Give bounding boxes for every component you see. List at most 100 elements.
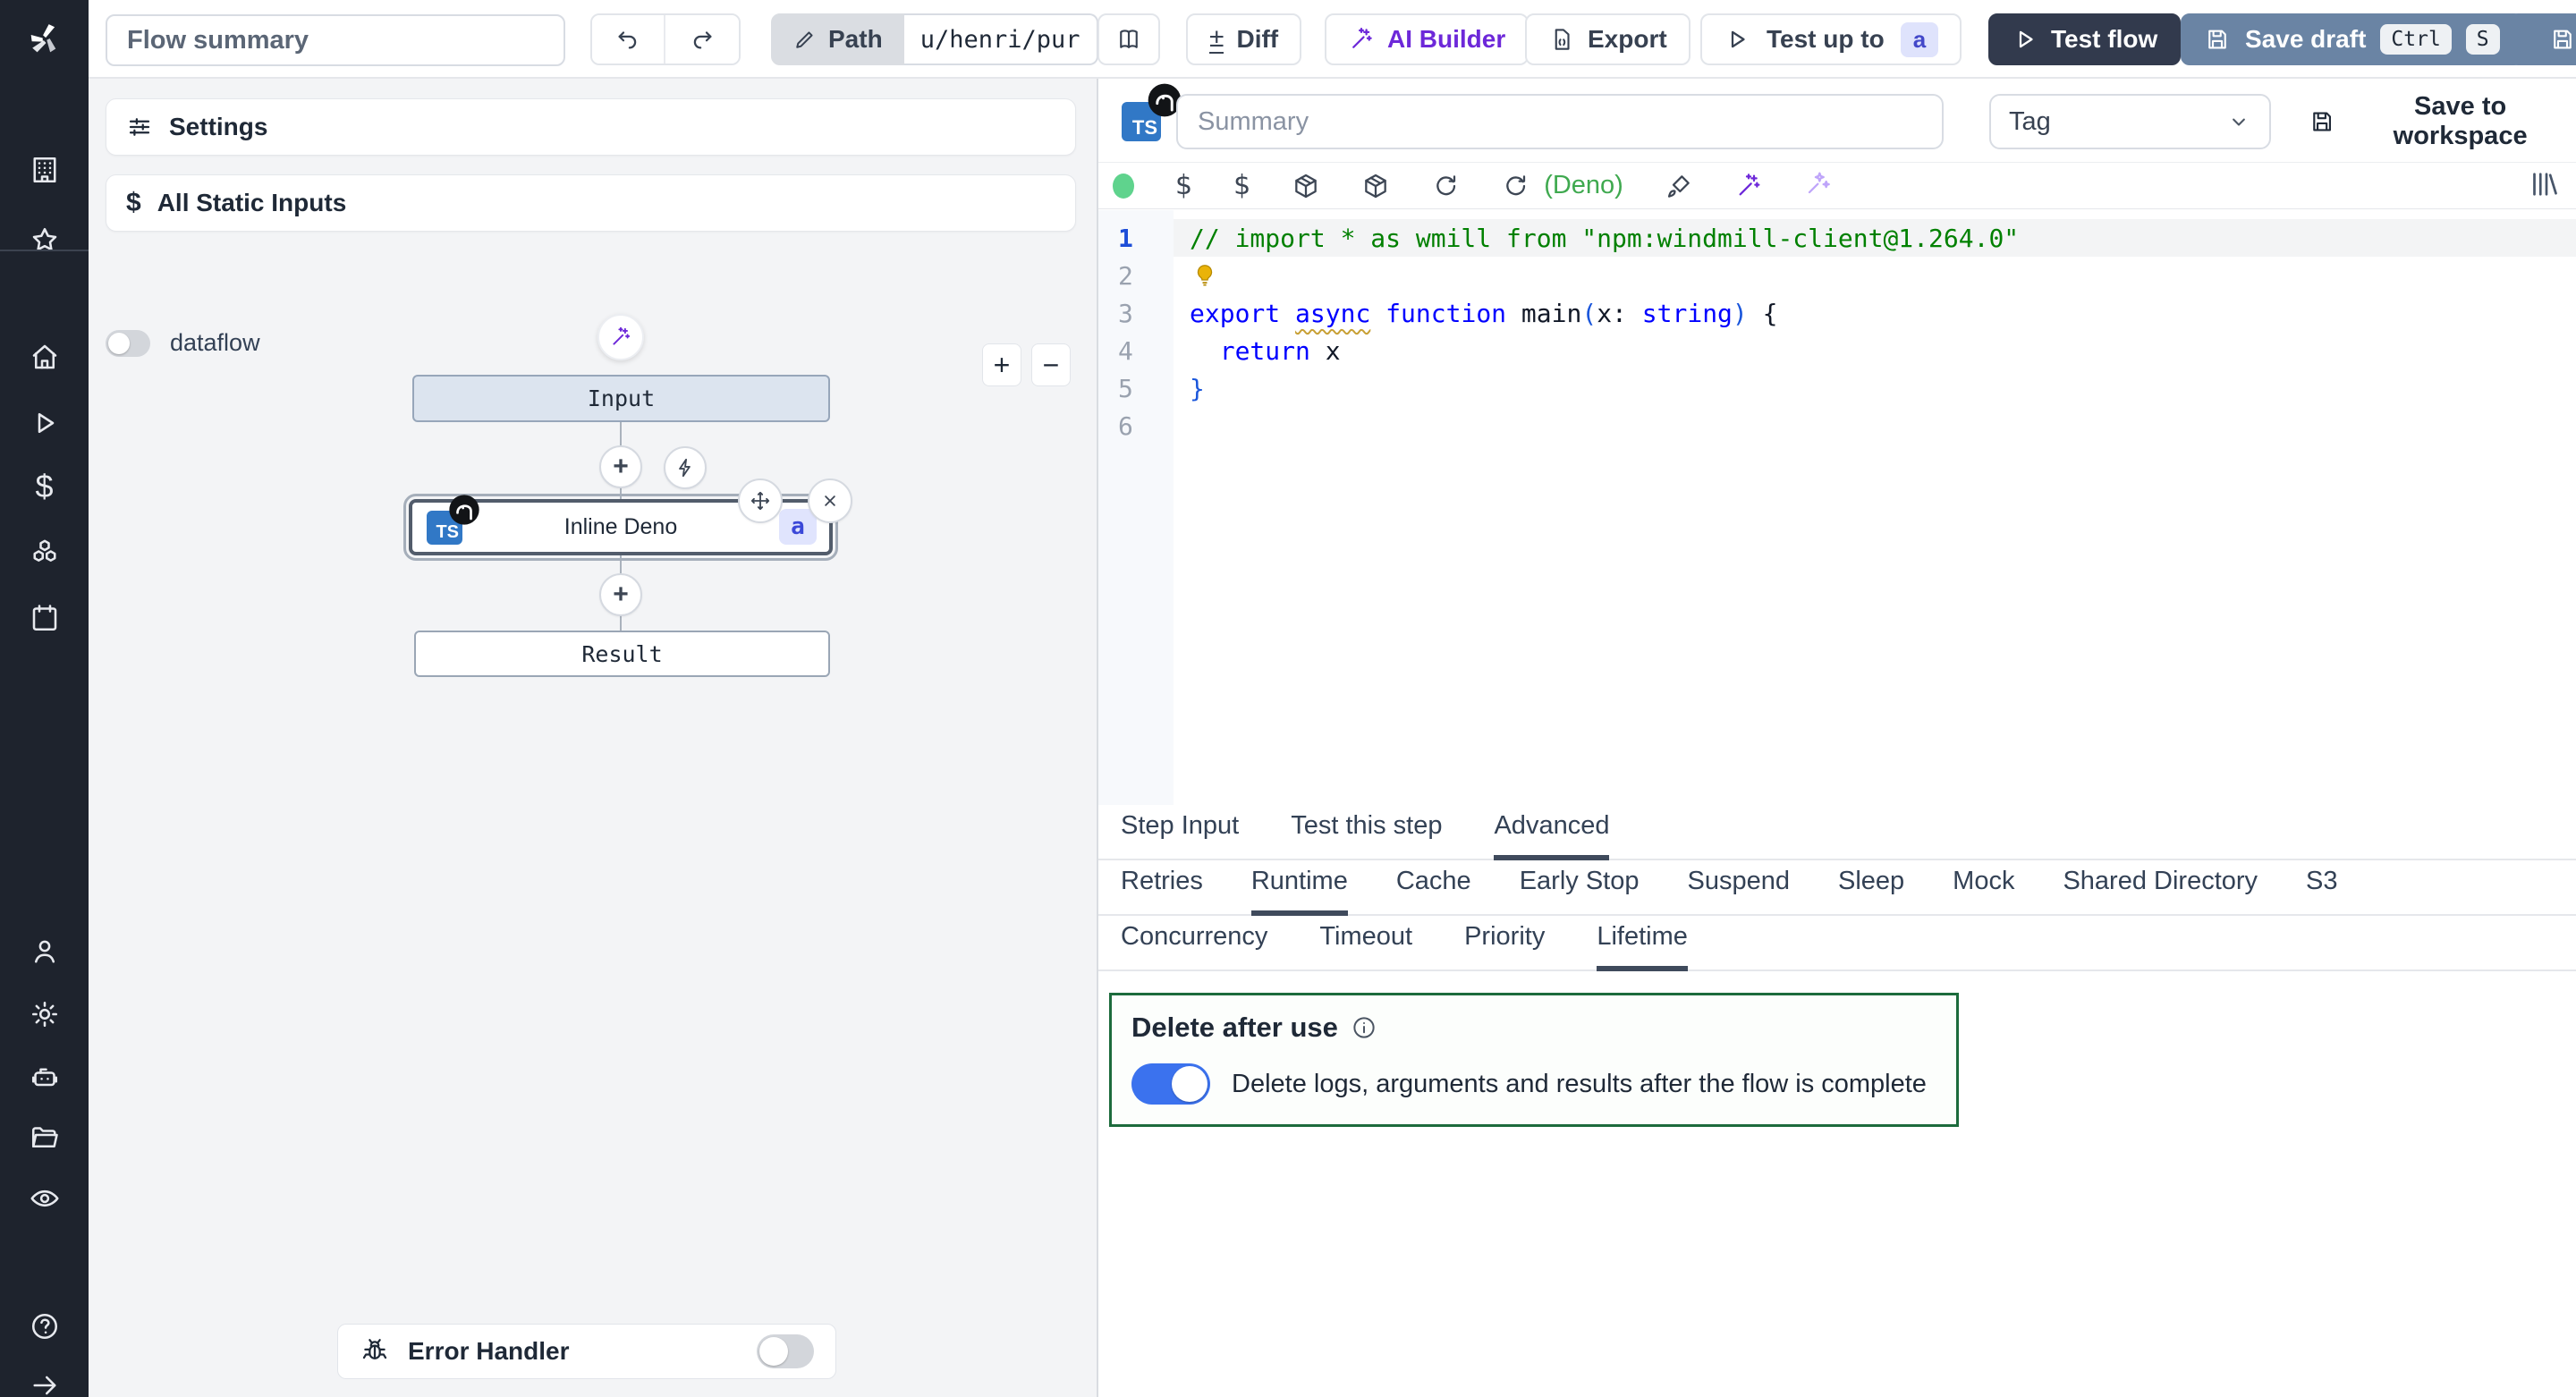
path-value[interactable]: u/henri/pur: [904, 13, 1098, 65]
undo-button[interactable]: [592, 15, 665, 64]
tab-test-this-step[interactable]: Test this step: [1291, 811, 1442, 860]
play-icon: [2012, 26, 2038, 53]
play-icon: [1724, 26, 1750, 53]
move-step-button[interactable]: [738, 478, 783, 523]
dollar-icon[interactable]: $: [1233, 170, 1250, 201]
kbd-s: S: [2466, 24, 2500, 55]
tab-step-input[interactable]: Step Input: [1121, 811, 1239, 860]
delete-after-use-toggle[interactable]: [1131, 1063, 1210, 1105]
test-flow-label: Test flow: [2051, 25, 2157, 54]
redo-button[interactable]: [665, 15, 739, 64]
dollar-icon[interactable]: $: [1175, 170, 1192, 201]
ai-flow-wand-button[interactable]: [597, 314, 644, 360]
ai-builder-button[interactable]: AI Builder: [1325, 13, 1529, 65]
deno-logo-icon: [446, 492, 482, 528]
error-handler-row[interactable]: Error Handler: [337, 1324, 836, 1379]
package-icon[interactable]: [1292, 172, 1320, 200]
sidebar-star-icon[interactable]: [0, 214, 89, 267]
delete-step-button[interactable]: [808, 478, 852, 523]
trigger-bolt-button[interactable]: [664, 446, 707, 489]
code-line-3[interactable]: 3export async function main(x: string) {: [1098, 294, 2576, 332]
add-step-below-button[interactable]: +: [599, 573, 642, 616]
tag-select[interactable]: Tag: [1989, 94, 2271, 149]
sidebar-play-icon[interactable]: [0, 396, 89, 450]
file-export-icon: [1548, 26, 1575, 53]
add-step-above-button[interactable]: +: [599, 445, 642, 488]
sidebar-user-icon[interactable]: [0, 925, 89, 978]
lightbulb-icon[interactable]: [1191, 262, 1218, 289]
line-number: 3: [1098, 299, 1174, 328]
sidebar-robot-icon[interactable]: [0, 1050, 89, 1104]
save-icon: [2204, 26, 2231, 53]
sparkle-wand-icon[interactable]: [1804, 169, 1833, 202]
test-flow-button[interactable]: Test flow: [1988, 13, 2181, 65]
move-icon: [749, 489, 772, 512]
flow-node-result[interactable]: Result: [414, 631, 830, 677]
tab-s3[interactable]: S3: [2306, 867, 2337, 916]
magic-wand-icon: [1348, 26, 1375, 53]
zoom-in-button[interactable]: +: [982, 343, 1021, 386]
tab-suspend[interactable]: Suspend: [1687, 867, 1790, 916]
dataflow-toggle[interactable]: [106, 330, 150, 357]
tab-advanced[interactable]: Advanced: [1494, 811, 1609, 860]
plus-minus-icon: ±: [1209, 25, 1224, 54]
save-draft-button[interactable]: Save draft Ctrl S: [2181, 13, 2523, 65]
all-static-inputs-button[interactable]: $ All Static Inputs: [106, 174, 1076, 232]
info-icon[interactable]: [1351, 1014, 1377, 1041]
line-number: 4: [1098, 336, 1174, 366]
package-icon[interactable]: [1361, 172, 1390, 200]
code-line-1[interactable]: 1// import * as wmill from "npm:windmill…: [1098, 219, 2576, 257]
flow-summary-input[interactable]: [106, 14, 565, 66]
tab-retries[interactable]: Retries: [1121, 867, 1203, 916]
error-handler-toggle[interactable]: [757, 1334, 814, 1368]
code-line-6[interactable]: 6: [1098, 407, 2576, 444]
windmill-logo[interactable]: [0, 0, 89, 79]
code-line-4[interactable]: 4 return x: [1098, 332, 2576, 369]
sidebar-calendar-icon[interactable]: [0, 591, 89, 645]
sidebar-dollar-icon[interactable]: $: [0, 460, 89, 513]
export-button[interactable]: Export: [1525, 13, 1690, 65]
save-to-workspace-button[interactable]: Save to workspace: [2303, 94, 2576, 149]
tab-priority[interactable]: Priority: [1464, 922, 1545, 971]
refresh-icon[interactable]: [1431, 172, 1460, 200]
step-summary-input[interactable]: [1176, 94, 1944, 149]
tab-runtime[interactable]: Runtime: [1251, 867, 1348, 916]
save-draft-label: Save draft: [2245, 25, 2366, 54]
sidebar-gear-icon[interactable]: [0, 987, 89, 1041]
path-group: Path u/henri/pur: [771, 13, 1098, 65]
tab-mock[interactable]: Mock: [1953, 867, 2014, 916]
brush-icon[interactable]: [1665, 172, 1693, 200]
sidebar-eye-icon[interactable]: [0, 1172, 89, 1225]
code-line-5[interactable]: 5}: [1098, 369, 2576, 407]
library-panel-icon[interactable]: [2528, 168, 2560, 205]
tab-early-stop[interactable]: Early Stop: [1520, 867, 1640, 916]
sidebar-help-icon[interactable]: [0, 1300, 89, 1353]
tab-lifetime[interactable]: Lifetime: [1597, 922, 1688, 971]
wand-icon[interactable]: [1734, 172, 1763, 200]
docs-button[interactable]: [1097, 13, 1160, 65]
code-editor[interactable]: 1// import * as wmill from "npm:windmill…: [1098, 210, 2576, 805]
sidebar-arrow-right-icon[interactable]: [0, 1359, 89, 1397]
sidebar-building-icon[interactable]: [0, 143, 89, 197]
test-up-to-button[interactable]: Test up to a: [1700, 13, 1962, 65]
sidebar-home-icon[interactable]: [0, 330, 89, 384]
pencil-icon: [792, 27, 818, 52]
deploy-button[interactable]: [2509, 13, 2576, 65]
sidebar-folder-icon[interactable]: [0, 1111, 89, 1164]
flow-settings-button[interactable]: Settings: [106, 98, 1076, 156]
diff-button[interactable]: ± Diff: [1186, 13, 1301, 65]
zoom-out-button[interactable]: −: [1031, 343, 1071, 386]
tab-cache[interactable]: Cache: [1396, 867, 1471, 916]
tab-timeout[interactable]: Timeout: [1319, 922, 1412, 971]
sidebar-cubes-icon[interactable]: [0, 526, 89, 580]
code-line-2[interactable]: 2: [1098, 257, 2576, 294]
line-number: 1: [1098, 224, 1174, 253]
path-button[interactable]: Path: [771, 13, 904, 65]
flow-node-input[interactable]: Input: [412, 375, 830, 422]
tab-sleep[interactable]: Sleep: [1838, 867, 1904, 916]
flow-node-result-label: Result: [581, 641, 662, 667]
dataflow-row: dataflow: [106, 329, 260, 357]
refresh-icon[interactable]: [1501, 172, 1530, 200]
tab-shared-directory[interactable]: Shared Directory: [2063, 867, 2258, 916]
tab-concurrency[interactable]: Concurrency: [1121, 922, 1267, 971]
